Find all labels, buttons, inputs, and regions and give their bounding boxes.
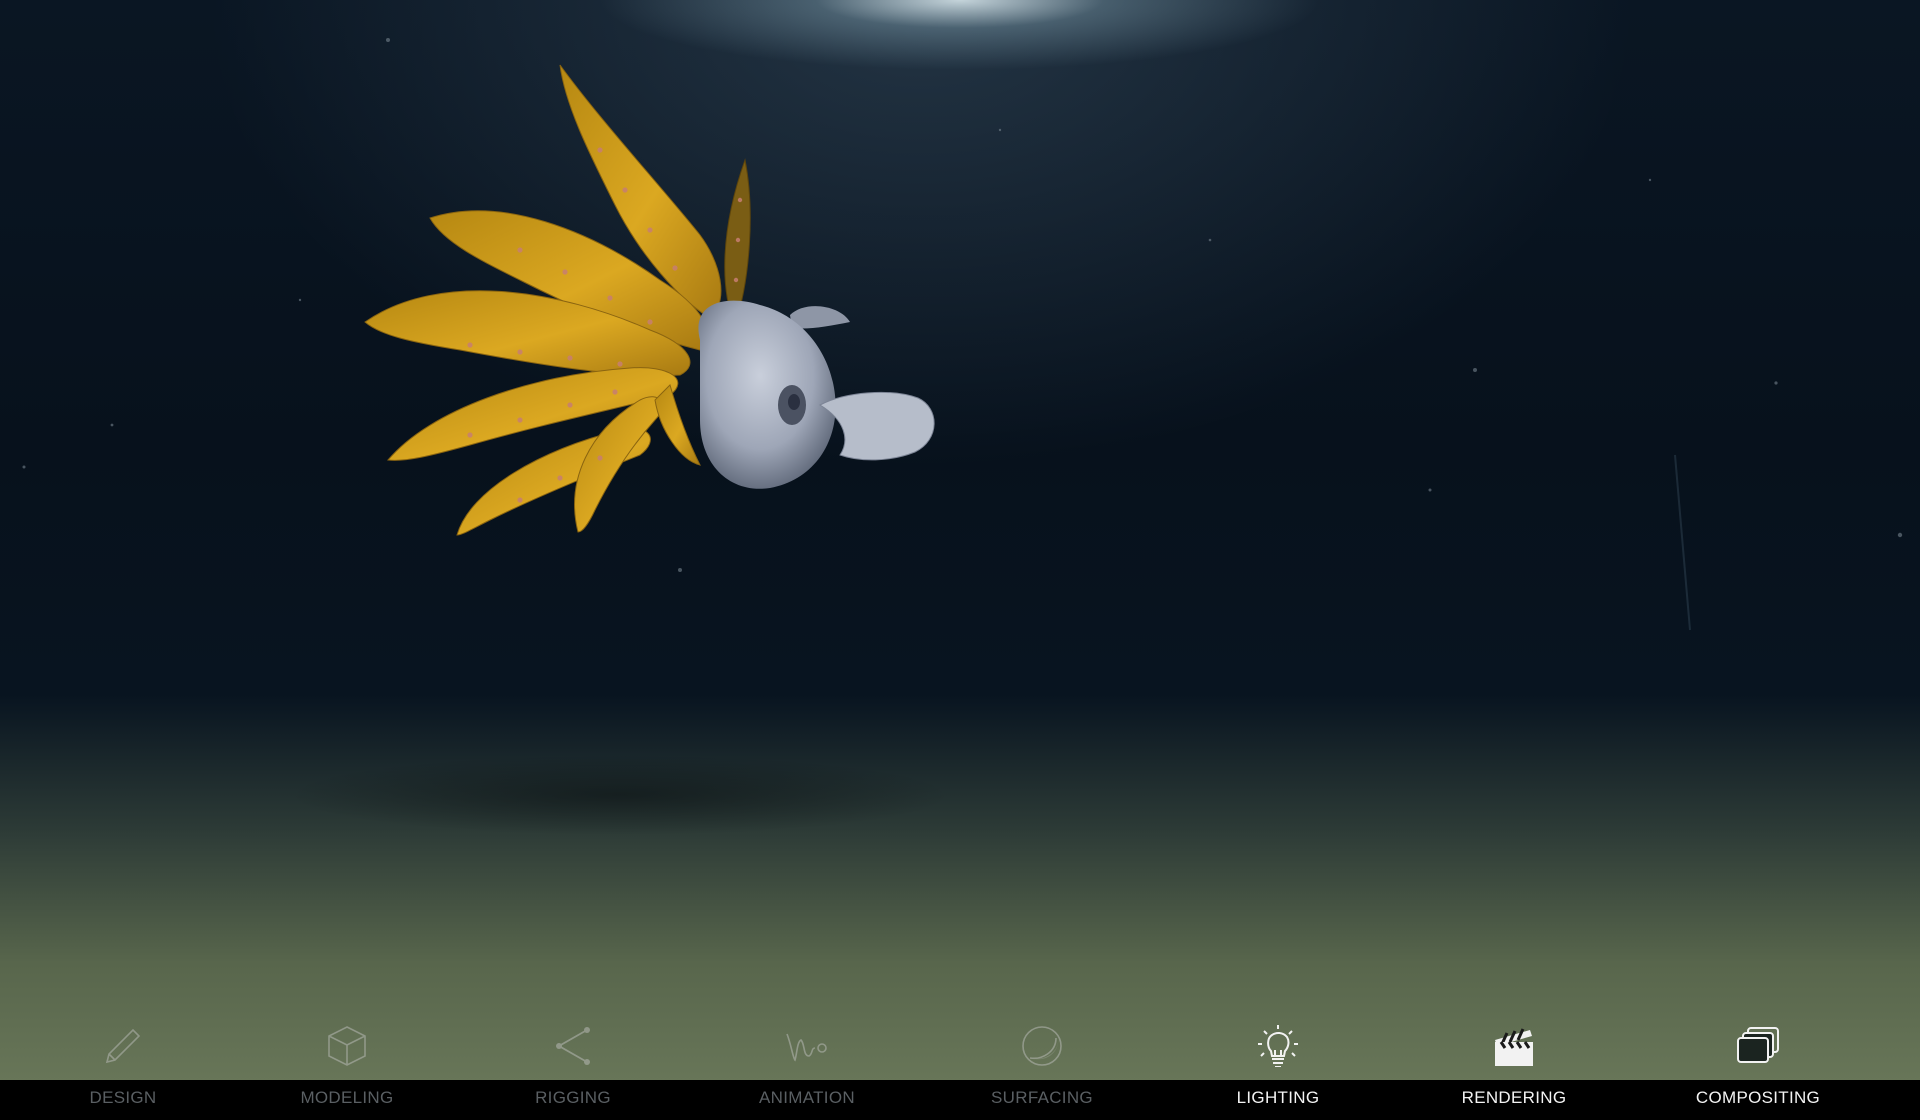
tool-label: RIGGING — [535, 1088, 611, 1107]
pencil-icon — [101, 1024, 145, 1068]
tool-compositing[interactable]: COMPOSITING — [1658, 1000, 1858, 1120]
tool-lighting[interactable]: LIGHTING — [1178, 1000, 1378, 1120]
light-bulb-icon — [1256, 1024, 1300, 1068]
motion-path-icon — [785, 1024, 829, 1068]
deep-sea-scene — [22, 38, 1903, 835]
tool-design[interactable]: DESIGN — [23, 1000, 223, 1120]
floating-particles — [22, 38, 1903, 572]
tool-rendering[interactable]: RENDERING — [1414, 1000, 1614, 1120]
tool-label: COMPOSITING — [1695, 1088, 1821, 1107]
light-streak — [1674, 454, 1691, 631]
tool-label: RENDERING — [1461, 1088, 1567, 1107]
tool-surfacing[interactable]: SURFACING — [942, 1000, 1142, 1120]
viewport-render: DESIGN MODELING RIGGING ANIMATION SURFAC — [0, 0, 1920, 1120]
tool-label: DESIGN — [89, 1088, 157, 1107]
dumbo-octopus — [364, 64, 935, 536]
cube-icon — [325, 1024, 369, 1068]
sphere-icon — [1020, 1024, 1064, 1068]
tool-label: SURFACING — [991, 1088, 1093, 1107]
creature-shadow — [290, 755, 950, 835]
tool-label: ANIMATION — [759, 1088, 855, 1107]
stacked-layers-icon — [1736, 1024, 1780, 1068]
bone-joint-icon — [551, 1024, 595, 1068]
tool-label: LIGHTING — [1236, 1088, 1320, 1107]
tool-animation[interactable]: ANIMATION — [707, 1000, 907, 1120]
clapperboard-icon — [1492, 1024, 1536, 1068]
pipeline-toolbar: DESIGN MODELING RIGGING ANIMATION SURFAC — [0, 1000, 1920, 1120]
tool-label: MODELING — [300, 1088, 394, 1107]
tool-modeling[interactable]: MODELING — [247, 1000, 447, 1120]
tool-rigging[interactable]: RIGGING — [473, 1000, 673, 1120]
